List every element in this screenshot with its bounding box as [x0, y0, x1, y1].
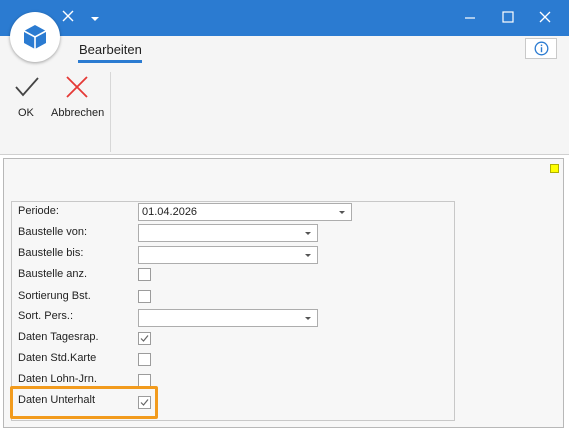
baustelle-anz-label: Baustelle anz.: [18, 268, 88, 280]
cancel-label: Abbrechen: [51, 107, 105, 119]
periode-label: Periode:: [18, 205, 59, 217]
tagesrap-label: Daten Tagesrap.: [18, 331, 99, 343]
active-tab-indicator: [78, 60, 142, 63]
ok-label: OK: [18, 107, 34, 119]
maximize-icon[interactable]: [502, 11, 514, 26]
sortierung-label: Sortierung Bst.: [18, 290, 91, 302]
chevron-down-icon[interactable]: [339, 211, 345, 214]
stdkarte-label: Daten Std.Karte: [18, 352, 97, 364]
stdkarte-checkbox[interactable]: [138, 353, 151, 366]
minimize-icon[interactable]: [464, 12, 476, 27]
baustelle-von-combobox[interactable]: [138, 224, 318, 242]
close-icon[interactable]: [539, 11, 551, 26]
chevron-down-icon[interactable]: [305, 254, 311, 257]
baustelle-anz-checkbox[interactable]: [138, 268, 151, 281]
chevron-down-icon[interactable]: [305, 317, 311, 320]
sort-pers-combobox[interactable]: [138, 309, 318, 327]
ok-button[interactable]: OK: [8, 72, 44, 124]
status-marker: [550, 164, 559, 173]
baustelle-von-label: Baustelle von:: [18, 226, 88, 238]
ribbon-separator: [110, 72, 111, 152]
baustelle-bis-combobox[interactable]: [138, 246, 318, 264]
tagesrap-checkbox[interactable]: [138, 332, 151, 345]
sort-pers-label: Sort. Pers.:: [18, 310, 74, 322]
checkbox-checkmark-icon: [140, 335, 149, 342]
sortierung-checkbox[interactable]: [138, 290, 151, 303]
close-tab-icon[interactable]: [61, 9, 75, 26]
lohnjrn-label: Daten Lohn-Jrn.: [18, 373, 97, 385]
periode-value: 01.04.2026: [142, 206, 198, 218]
chevron-down-icon[interactable]: [305, 232, 311, 235]
title-bar: [0, 0, 569, 36]
periode-combobox[interactable]: 01.04.2026: [138, 203, 352, 221]
tab-bearbeiten[interactable]: Bearbeiten: [79, 42, 142, 57]
info-icon: [534, 41, 549, 56]
cube-icon: [23, 25, 47, 49]
cross-icon: [66, 76, 88, 98]
app-logo[interactable]: [10, 12, 60, 62]
highlight-frame: [10, 386, 158, 419]
checkmark-icon: [15, 77, 39, 97]
cancel-button[interactable]: Abbrechen: [48, 72, 106, 124]
info-button[interactable]: [525, 38, 557, 59]
quick-access-dropdown-icon[interactable]: [91, 13, 99, 25]
baustelle-bis-label: Baustelle bis:: [18, 247, 84, 259]
